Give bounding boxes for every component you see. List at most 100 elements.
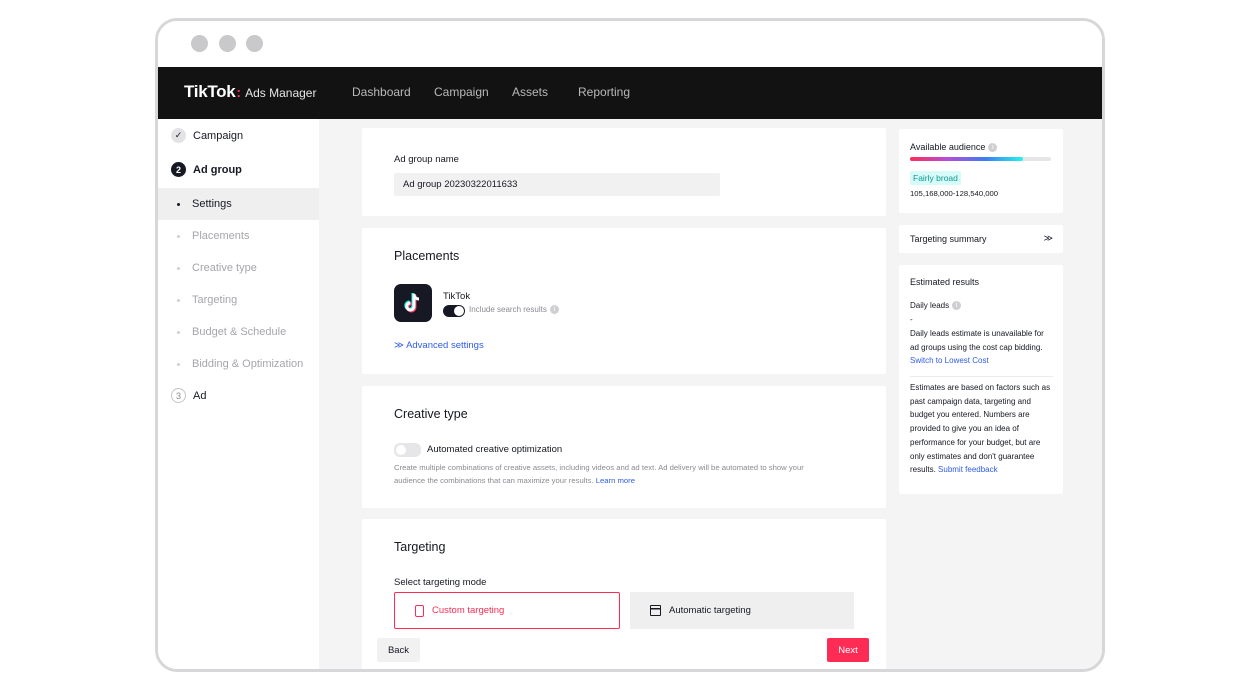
next-button[interactable]: Next: [827, 638, 869, 662]
logo-main-text: TikTok: [184, 82, 236, 101]
switch-to-lowest-cost-link[interactable]: Switch to Lowest Cost: [910, 354, 1055, 368]
chevron-double-down-icon: ≫: [394, 340, 407, 351]
window-close-dot[interactable]: [191, 35, 208, 52]
window-minimize-dot[interactable]: [219, 35, 236, 52]
sidebar-step-ad[interactable]: 3 Ad: [171, 388, 206, 403]
audience-breadth-badge: Fairly broad: [910, 171, 961, 185]
step-number-badge: 3: [171, 388, 186, 403]
include-search-results-label: Include search results i: [469, 305, 559, 315]
browser-window: TikTok : Ads Manager Dashboard Campaign …: [155, 18, 1105, 672]
nav-reporting[interactable]: Reporting: [578, 85, 630, 99]
sidebar-item-settings[interactable]: Settings: [158, 188, 319, 220]
placements-title: Placements: [394, 249, 460, 263]
sidebar-step-label: Ad: [193, 389, 207, 402]
creative-type-description: Create multiple combinations of creative…: [394, 461, 864, 487]
automated-creative-label: Automated creative optimization: [427, 444, 563, 455]
sidebar-item-label: Placements: [192, 230, 250, 242]
phone-icon: [415, 604, 424, 617]
placement-app-name: TikTok: [443, 291, 471, 302]
bullet-icon: [177, 362, 180, 366]
footer-actions: Back Next: [362, 632, 886, 669]
sidebar-step-label: Ad group: [193, 163, 242, 176]
note-line: provided to give you an idea of: [910, 424, 1019, 434]
ad-group-name-card: Ad group name Ad group 20230322011633: [362, 128, 886, 216]
submit-feedback-link[interactable]: Submit feedback: [938, 465, 998, 474]
bullet-icon: [177, 202, 180, 206]
step-number-badge: 2: [171, 162, 186, 177]
audience-meter-fill: [910, 157, 1023, 161]
available-audience-title: Available audience i: [910, 142, 998, 153]
sidebar-item-budget-schedule[interactable]: Budget & Schedule: [158, 316, 319, 348]
audience-range: 105,168,000-128,540,000: [910, 189, 999, 198]
tiktok-app-icon: [394, 284, 432, 322]
audience-meter: [910, 157, 1051, 161]
note-line: Daily leads estimate is unavailable for: [910, 329, 1044, 338]
sidebar-item-label: Budget & Schedule: [192, 326, 287, 338]
top-navigation: TikTok : Ads Manager Dashboard Campaign …: [158, 67, 1102, 119]
chevron-double-down-icon[interactable]: ≫: [1044, 233, 1053, 244]
ad-group-name-input[interactable]: Ad group 20230322011633: [394, 173, 720, 196]
sidebar-item-label: Creative type: [192, 262, 257, 274]
sidebar-item-placements[interactable]: Placements: [158, 220, 319, 252]
ad-group-name-label: Ad group name: [394, 154, 459, 165]
creative-type-card: Creative type Automated creative optimiz…: [362, 386, 886, 508]
info-icon[interactable]: i: [952, 301, 962, 311]
logo-sub-text: Ads Manager: [245, 86, 317, 100]
creative-type-title: Creative type: [394, 407, 468, 421]
note-line: results.: [910, 465, 936, 475]
option-label: Automatic targeting: [669, 605, 751, 616]
note-line: budget you entered. Numbers are: [910, 410, 1030, 420]
tiktok-ads-logo[interactable]: TikTok : Ads Manager: [184, 82, 316, 102]
sidebar-item-creative-type[interactable]: Creative type: [158, 252, 319, 284]
description-line: Create multiple combinations of creative…: [394, 463, 804, 472]
sidebar-step-campaign[interactable]: ✓ Campaign: [171, 128, 243, 143]
window-maximize-dot[interactable]: [246, 35, 263, 52]
include-search-results-toggle[interactable]: [443, 305, 465, 317]
nav-dashboard[interactable]: Dashboard: [352, 85, 411, 99]
custom-targeting-option[interactable]: Custom targeting: [394, 592, 620, 629]
estimated-results-card: Estimated results Daily leads i - Daily l…: [899, 265, 1063, 494]
note-line: performance for your budget, but are: [910, 437, 1041, 447]
targeting-summary-title: Targeting summary: [910, 234, 987, 244]
daily-leads-label: Daily leads i: [910, 301, 962, 311]
nav-assets[interactable]: Assets: [512, 85, 548, 99]
divider: [910, 376, 1053, 377]
sidebar-item-label: Settings: [192, 198, 232, 210]
check-icon: ✓: [171, 128, 186, 143]
daily-leads-value: -: [910, 315, 913, 324]
bullet-icon: [177, 330, 180, 334]
note-line: ad groups using the cost cap bidding.: [910, 342, 1043, 352]
info-icon[interactable]: i: [549, 305, 559, 315]
sidebar-step-label: Campaign: [193, 129, 244, 142]
back-button[interactable]: Back: [377, 638, 420, 662]
layout-icon: [650, 605, 661, 616]
daily-leads-unavailable-note: Daily leads estimate is unavailable for …: [910, 327, 1055, 368]
sidebar-item-targeting[interactable]: Targeting: [158, 284, 319, 316]
bullet-icon: [177, 234, 180, 238]
note-line: past campaign data, targeting and: [910, 396, 1031, 406]
info-icon[interactable]: i: [988, 143, 998, 153]
note-line: only estimates and don't guarantee: [910, 451, 1035, 461]
advanced-settings-link[interactable]: ≫ Advanced settings: [394, 340, 484, 351]
available-audience-card: Available audience i Fairly broad 105,168…: [899, 129, 1063, 213]
sidebar-item-label: Targeting: [192, 294, 238, 306]
option-label: Custom targeting: [432, 605, 505, 616]
estimates-disclaimer: Estimates are based on factors such as p…: [910, 381, 1058, 477]
bullet-icon: [177, 266, 180, 270]
description-line: audience the combinations that can maxim…: [394, 476, 594, 485]
estimated-results-title: Estimated results: [910, 277, 980, 287]
automated-creative-toggle[interactable]: [394, 443, 421, 457]
main-content: Ad group name Ad group 20230322011633 Pl…: [319, 119, 1102, 669]
learn-more-link[interactable]: Learn more: [596, 476, 635, 485]
sidebar-step-ad-group[interactable]: 2 Ad group: [171, 162, 242, 177]
nav-campaign[interactable]: Campaign: [434, 85, 489, 99]
note-line: Estimates are based on factors such as: [910, 383, 1051, 392]
sidebar-item-bidding-optimization[interactable]: Bidding & Optimization: [158, 348, 319, 380]
targeting-mode-label: Select targeting mode: [394, 577, 487, 588]
bullet-icon: [177, 298, 180, 302]
toggle-knob: [454, 306, 464, 316]
logo-colon-icon: :: [236, 84, 242, 100]
targeting-summary-card[interactable]: Targeting summary ≫: [899, 225, 1063, 253]
automatic-targeting-option[interactable]: Automatic targeting: [630, 592, 854, 629]
sidebar: ✓ Campaign 2 Ad group Settings Placement…: [158, 119, 319, 669]
